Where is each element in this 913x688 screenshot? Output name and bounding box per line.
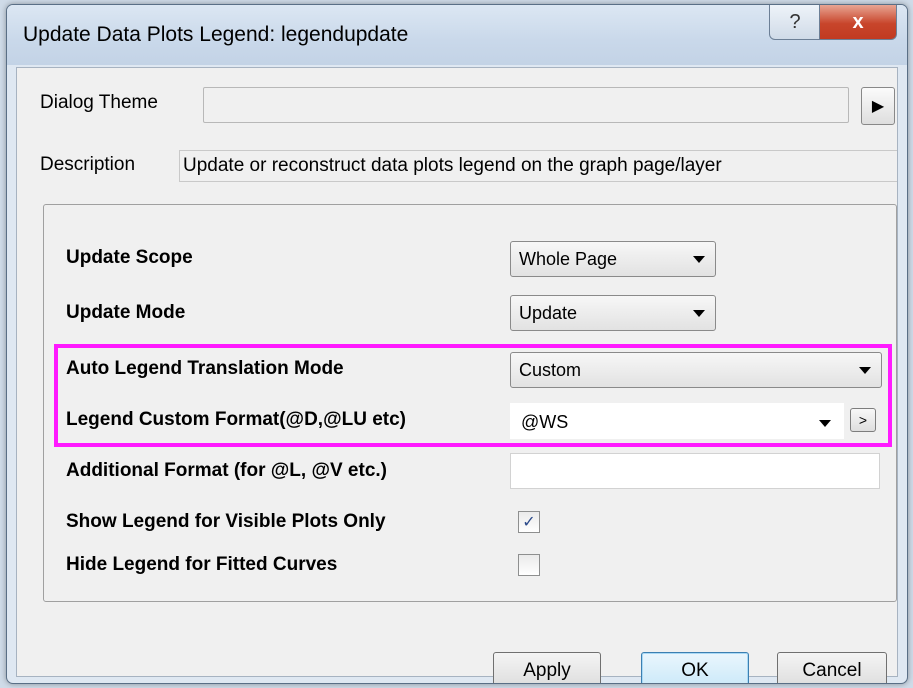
dialog-body: Dialog Theme ▶ Description Update or rec… — [16, 67, 898, 683]
update-mode-value: Update — [519, 303, 578, 323]
play-arrow-icon: ▶ — [871, 98, 885, 115]
dialog-window: Update Data Plots Legend: legendupdate ?… — [6, 4, 908, 684]
auto-translation-mode-select[interactable]: Custom — [510, 352, 882, 388]
chevron-down-icon — [819, 420, 831, 427]
custom-format-value: @WS — [521, 412, 569, 432]
dialog-theme-label: Dialog Theme — [40, 92, 158, 113]
theme-menu-button[interactable]: ▶ — [861, 87, 895, 125]
hide-fitted-label: Hide Legend for Fitted Curves — [66, 554, 338, 575]
apply-button[interactable]: Apply — [493, 652, 601, 683]
dialog-theme-input[interactable] — [203, 87, 849, 123]
update-scope-label: Update Scope — [66, 247, 193, 268]
chevron-right-icon: > — [858, 412, 868, 428]
chevron-down-icon — [693, 256, 705, 263]
update-scope-select[interactable]: Whole Page — [510, 241, 716, 277]
update-scope-value: Whole Page — [519, 249, 618, 269]
custom-format-label: Legend Custom Format(@D,@LU etc) — [66, 409, 407, 430]
visible-only-checkbox[interactable]: ✓ — [518, 511, 540, 533]
chevron-down-icon — [859, 367, 871, 374]
auto-translation-mode-value: Custom — [519, 360, 582, 380]
close-button[interactable]: x — [819, 5, 897, 40]
update-mode-label: Update Mode — [66, 302, 186, 323]
checkmark-icon: ✓ — [522, 514, 536, 531]
ok-button[interactable]: OK — [641, 652, 749, 683]
additional-format-input[interactable] — [510, 453, 880, 489]
window-title: Update Data Plots Legend: legendupdate — [23, 23, 409, 46]
description-text: Update or reconstruct data plots legend … — [179, 150, 897, 182]
help-icon: ? — [789, 10, 801, 33]
settings-panel: Update Scope Whole Page Update Mode Upda… — [43, 204, 897, 602]
custom-format-combo[interactable]: @WS — [510, 403, 844, 439]
additional-format-label: Additional Format (for @L, @V etc.) — [66, 460, 387, 481]
cancel-button[interactable]: Cancel — [777, 652, 887, 683]
visible-only-label: Show Legend for Visible Plots Only — [66, 511, 386, 532]
update-mode-select[interactable]: Update — [510, 295, 716, 331]
help-button[interactable]: ? — [769, 5, 821, 40]
custom-format-browse-button[interactable]: > — [850, 408, 876, 432]
hide-fitted-checkbox[interactable] — [518, 554, 540, 576]
title-bar[interactable]: Update Data Plots Legend: legendupdate ?… — [7, 5, 907, 65]
chevron-down-icon — [693, 310, 705, 317]
description-label: Description — [40, 154, 136, 175]
close-icon: x — [852, 10, 864, 33]
auto-translation-mode-label: Auto Legend Translation Mode — [66, 358, 344, 379]
